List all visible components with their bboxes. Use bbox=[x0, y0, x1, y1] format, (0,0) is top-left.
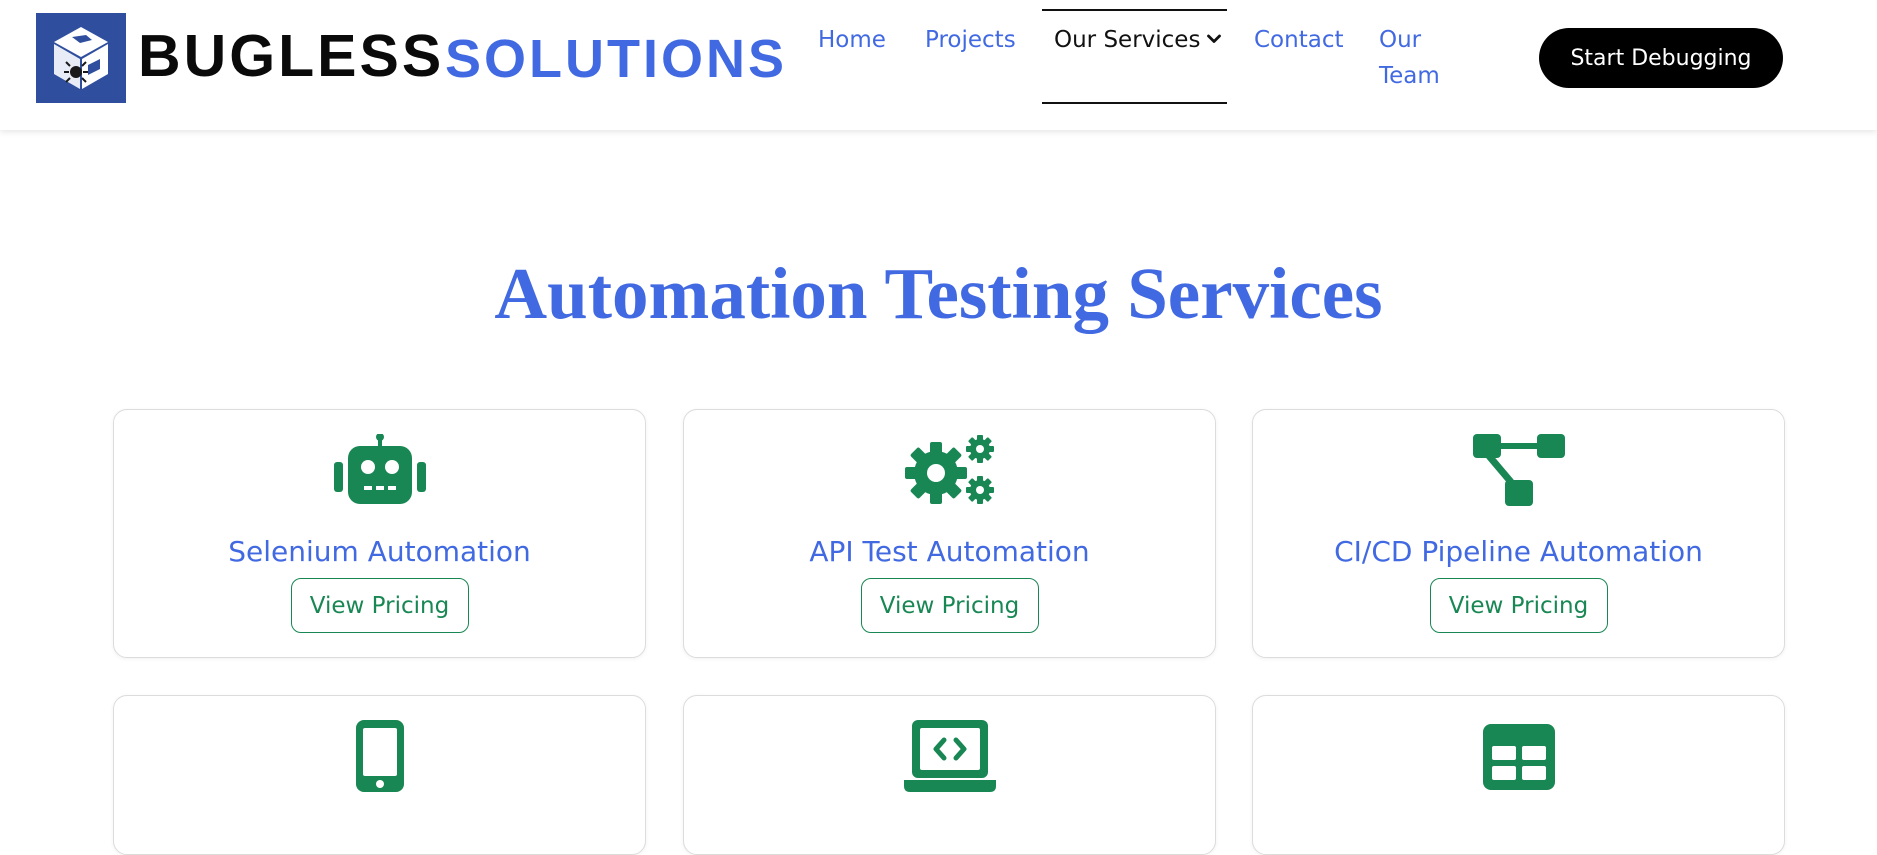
service-card-cicd: CI/CD Pipeline Automation View Pricing bbox=[1252, 409, 1785, 658]
service-card-data bbox=[1252, 695, 1785, 855]
service-card-mobile bbox=[113, 695, 646, 855]
mobile-phone-icon bbox=[355, 720, 404, 792]
service-card-api: API Test Automation View Pricing bbox=[683, 409, 1216, 658]
nav-services-label: Our Services bbox=[1054, 27, 1201, 53]
site-header: BUGLESS SOLUTIONS Home Projects Our Serv… bbox=[0, 0, 1877, 130]
nav-services-link[interactable]: Our Services bbox=[1054, 22, 1222, 58]
card-title: Selenium Automation bbox=[228, 535, 531, 568]
nav-team-link[interactable]: Our Team bbox=[1379, 22, 1459, 94]
nav-home-link[interactable]: Home bbox=[818, 22, 886, 58]
view-pricing-button[interactable]: View Pricing bbox=[1429, 578, 1608, 633]
robot-icon bbox=[333, 434, 426, 506]
view-pricing-button[interactable]: View Pricing bbox=[290, 578, 469, 633]
chevron-down-icon bbox=[1207, 34, 1222, 43]
card-title: API Test Automation bbox=[809, 535, 1090, 568]
table-icon bbox=[1482, 724, 1555, 790]
start-debugging-button[interactable]: Start Debugging bbox=[1539, 28, 1783, 88]
brand-name-secondary: SOLUTIONS bbox=[445, 29, 788, 89]
laptop-code-icon bbox=[903, 720, 996, 792]
nav-projects-link[interactable]: Projects bbox=[925, 22, 1016, 58]
pipeline-diagram-icon bbox=[1472, 434, 1565, 506]
page-title: Automation Testing Services bbox=[494, 252, 1383, 334]
view-pricing-button[interactable]: View Pricing bbox=[860, 578, 1039, 633]
nav-services-item[interactable]: Our Services bbox=[1042, 9, 1227, 104]
service-card-web bbox=[683, 695, 1216, 855]
service-card-selenium: Selenium Automation View Pricing bbox=[113, 409, 646, 658]
card-title: CI/CD Pipeline Automation bbox=[1334, 535, 1703, 568]
gears-icon bbox=[904, 434, 996, 506]
nav-contact-link[interactable]: Contact bbox=[1254, 22, 1343, 58]
brand-name-primary: BUGLESS bbox=[138, 23, 445, 89]
cube-logo-icon[interactable] bbox=[36, 13, 126, 103]
